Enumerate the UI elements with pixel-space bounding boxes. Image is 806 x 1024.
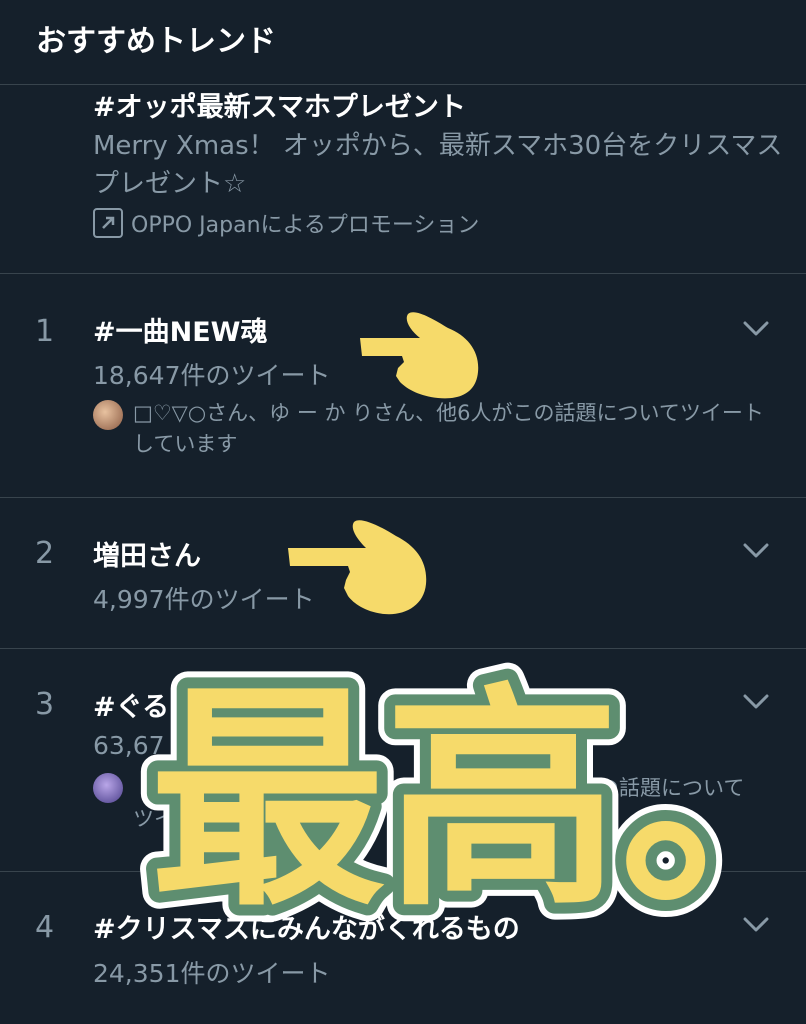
chevron-down-icon[interactable] [736, 904, 776, 944]
trend-tweet-count: 4,997件のツイート [93, 585, 315, 614]
header: おすすめトレンド [0, 0, 806, 85]
trend-title: 増田さん [93, 541, 201, 572]
page-title: おすすめトレンド [36, 24, 276, 59]
trend-item-3[interactable]: 3 #ぐる 63,67 ra☆さ の話題について ツイ [0, 649, 806, 871]
trend-item-2[interactable]: 2 増田さん 4,997件のツイート [0, 498, 806, 648]
trend-rank: 2 [35, 536, 55, 571]
trend-rank: 1 [35, 314, 55, 349]
chevron-down-icon[interactable] [736, 308, 776, 348]
promoted-description: Merry Xmas！ オッポから、最新スマホ30台をクリスマスプレゼント☆ [93, 131, 783, 199]
trend-context: □♡▽○さん、ゆ ー か りさん、他6人がこの話題についてツイートしています [133, 401, 764, 456]
avatar [93, 400, 123, 430]
trend-title: #一曲NEW魂 [93, 317, 268, 348]
trend-item-4[interactable]: 4 #クリスマスにみんながくれるもの 24,351件のツイート [0, 872, 806, 1024]
promoted-trend[interactable]: #オッポ最新スマホプレゼント Merry Xmas！ オッポから、最新スマホ30… [93, 85, 783, 275]
promoted-arrow-icon [93, 208, 123, 238]
trend-tweet-count: 63,67 [93, 731, 165, 760]
trend-tweet-count: 24,351件のツイート [93, 959, 331, 988]
promoted-by-line: OPPO Japanによるプロモーション [93, 207, 479, 239]
trend-tweet-count: 18,647件のツイート [93, 361, 331, 390]
trend-item-1[interactable]: 1 #一曲NEW魂 18,647件のツイート □♡▽○さん、ゆ ー か りさん、… [0, 274, 806, 497]
trend-context-fragment: ツイ [133, 807, 175, 831]
chevron-down-icon[interactable] [736, 530, 776, 570]
promoted-hashtag: #オッポ最新スマホプレゼント [93, 92, 466, 123]
trend-title: #ぐる [93, 692, 170, 723]
trend-context-fragment: の話題について [598, 776, 745, 800]
promoted-by-label: OPPO Japanによるプロモーション [131, 213, 480, 238]
trend-rank: 3 [35, 687, 55, 722]
chevron-down-icon[interactable] [736, 681, 776, 721]
avatar [93, 773, 123, 803]
trend-rank: 4 [35, 910, 55, 945]
trend-title: #クリスマスにみんながくれるもの [93, 914, 520, 945]
